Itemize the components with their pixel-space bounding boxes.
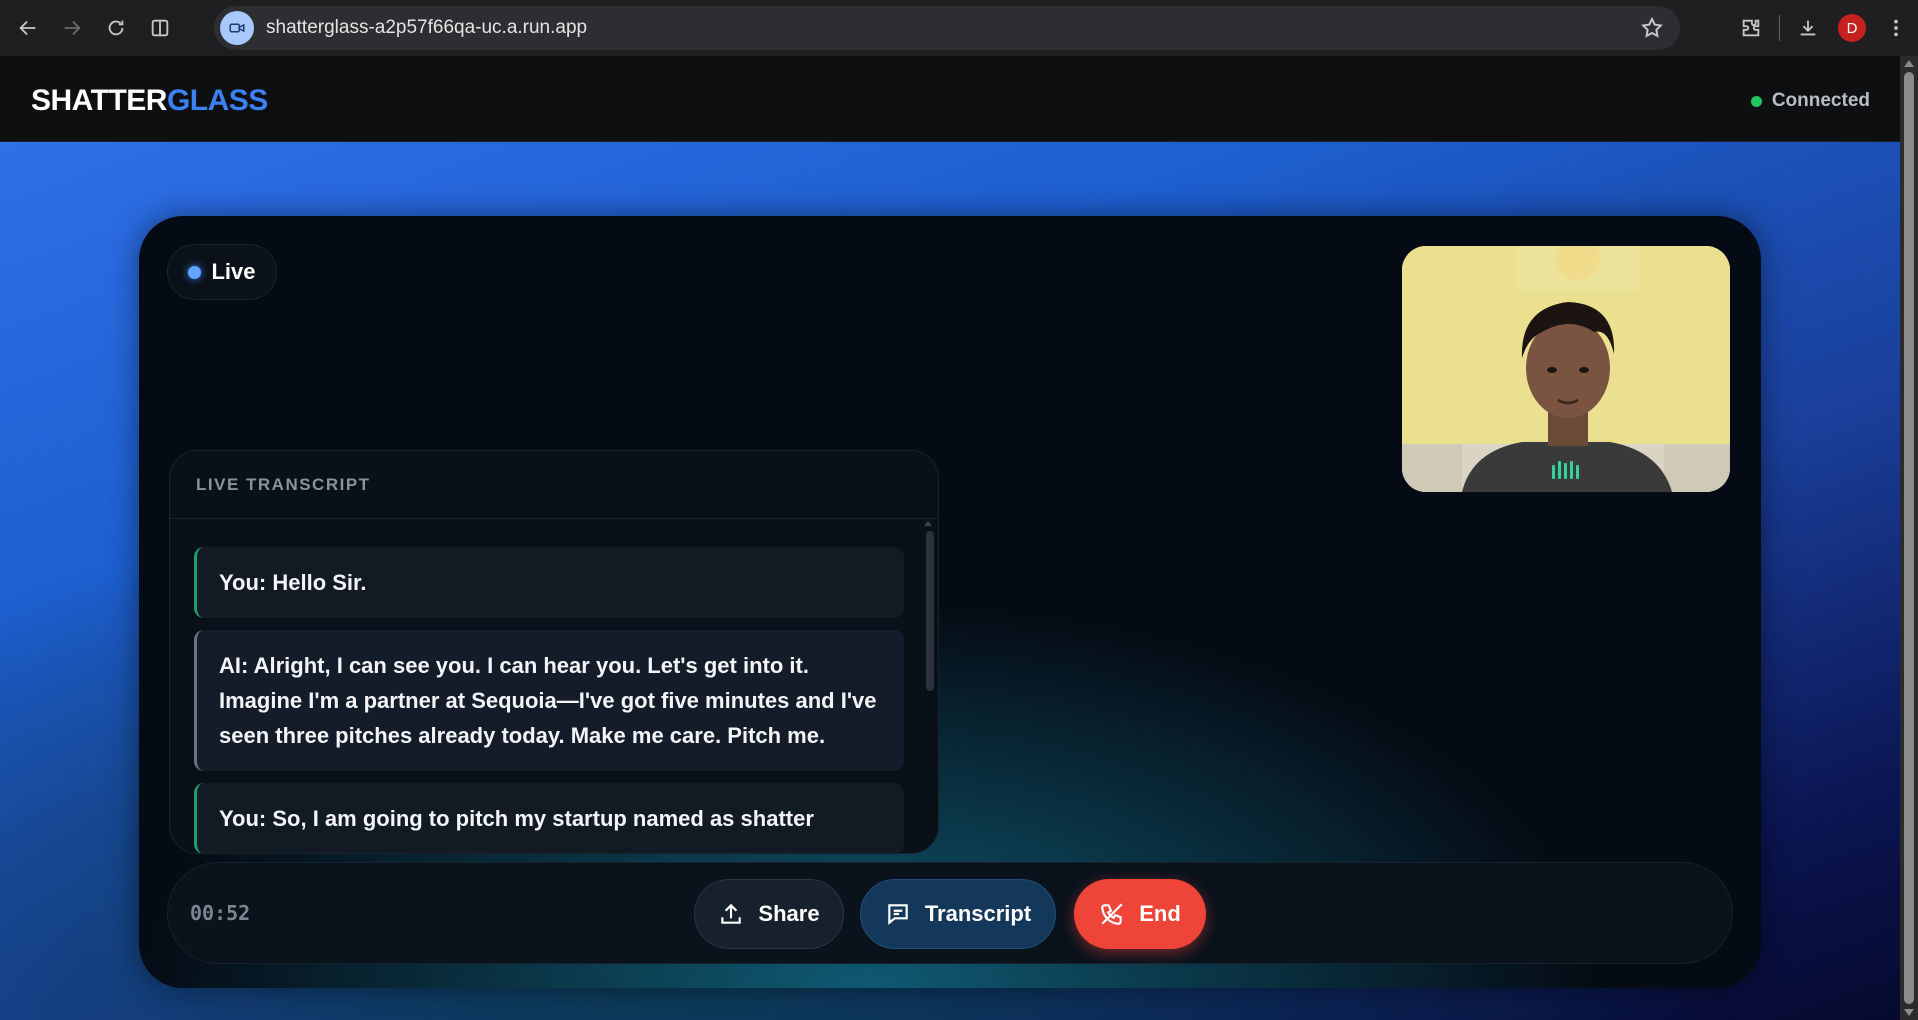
extensions-puzzle-icon[interactable] [1729,6,1773,50]
end-label: End [1139,901,1181,926]
browser-actions: D [1729,0,1918,56]
share-button[interactable]: Share [694,879,844,949]
status-text: Connected [1771,90,1870,111]
download-icon[interactable] [1786,6,1830,50]
mic-level-bars [1552,461,1579,479]
transcript-scroll-up-icon[interactable] [924,521,932,526]
page-scroll-up-icon[interactable] [1904,60,1914,67]
reload-icon[interactable] [94,6,138,50]
connection-status: Connected [1750,90,1870,112]
call-controls-bar: 00:52 Share Transcript End [167,862,1733,964]
profile-avatar[interactable]: D [1838,14,1866,42]
live-badge: Live [167,244,277,300]
share-upload-icon [721,903,742,924]
transcript-title: LIVE TRANSCRIPT [170,451,938,519]
call-timer: 00:52 [190,901,251,925]
call-stage: Live LIVE TRANSCRIPT You: Hello Sir. AI:… [0,142,1900,1020]
end-call-button[interactable]: End [1074,879,1206,949]
brand-part2: GLASS [166,84,268,117]
page-scroll-down-icon[interactable] [1904,1009,1914,1016]
transcript-message-ai: AI: Alright, I can see you. I can hear y… [194,630,904,771]
transcript-list[interactable]: You: Hello Sir. AI: Alright, I can see y… [194,547,904,853]
live-dot-icon [188,265,202,279]
self-video-preview [1402,246,1730,492]
page-scrollbar[interactable] [1900,56,1918,1020]
share-label: Share [758,901,820,926]
live-label: Live [211,259,256,284]
browser-toolbar: shatterglass-a2p57f66qa-uc.a.run.app D [0,0,1918,56]
page-scroll-thumb[interactable] [1904,72,1914,1004]
bookmark-star-icon[interactable] [1640,16,1664,40]
call-card: Live LIVE TRANSCRIPT You: Hello Sir. AI:… [139,216,1761,988]
transcript-message-user: You: Hello Sir. [194,547,904,618]
forward-arrow-icon[interactable] [50,6,94,50]
transcript-message-user: You: So, I am going to pitch my startup … [194,783,904,853]
brand-logo[interactable]: SHATTERGLASS [31,84,268,118]
phone-hangup-icon [1101,903,1123,925]
more-vert-icon[interactable] [1874,6,1918,50]
split-view-icon[interactable] [138,6,182,50]
site-video-icon [220,11,254,45]
status-dot-icon [1750,95,1762,107]
transcript-scrollbar[interactable] [926,531,934,691]
url-text: shatterglass-a2p57f66qa-uc.a.run.app [266,17,588,38]
chat-bubble-icon [888,904,908,925]
app-header: SHATTERGLASS Connected [0,56,1900,142]
transcript-label: Transcript [924,901,1032,926]
transcript-toggle-button[interactable]: Transcript [860,879,1056,949]
toolbar-divider [1779,15,1780,41]
address-bar[interactable]: shatterglass-a2p57f66qa-uc.a.run.app [214,6,1680,50]
back-arrow-icon[interactable] [6,6,50,50]
webcam-person-image [1402,246,1730,492]
transcript-panel: LIVE TRANSCRIPT You: Hello Sir. AI: Alri… [169,450,939,854]
brand-part1: SHATTER [31,84,167,117]
